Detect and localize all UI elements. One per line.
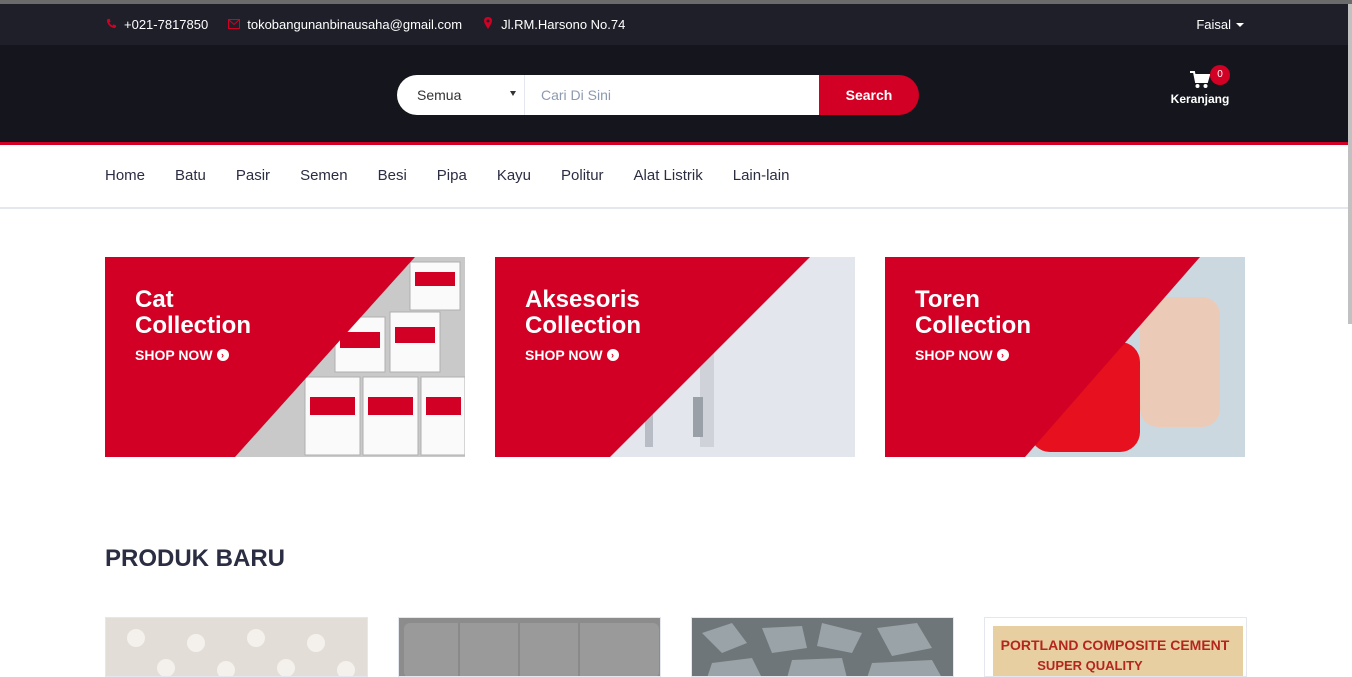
product-image xyxy=(106,618,367,676)
nav-item-pasir[interactable]: Pasir xyxy=(236,167,270,184)
nav-item-batu[interactable]: Batu xyxy=(175,167,206,184)
section-title: PRODUK BARU xyxy=(105,545,285,572)
caret-down-icon xyxy=(1236,22,1244,27)
user-menu[interactable]: Faisal xyxy=(1196,17,1244,32)
product-image xyxy=(692,618,953,676)
collection-card-aksesoris[interactable]: Aksesoris Collection SHOP NOW › xyxy=(495,257,855,457)
collection-text: Cat Collection SHOP NOW › xyxy=(135,286,252,364)
shop-now-link[interactable]: SHOP NOW › xyxy=(915,347,1031,363)
nav-item-pipa[interactable]: Pipa xyxy=(437,167,467,184)
main-nav: Home Batu Pasir Semen Besi Pipa Kayu Pol… xyxy=(0,145,1352,209)
category-select[interactable]: Semua xyxy=(397,75,525,115)
nav-item-alat-listrik[interactable]: Alat Listrik xyxy=(634,167,703,184)
collection-title: Cat Collection xyxy=(135,286,252,339)
select-arrow-icon xyxy=(510,91,516,96)
arrow-circle-right-icon: › xyxy=(606,349,619,361)
envelope-icon xyxy=(228,18,241,32)
search-button[interactable]: Search xyxy=(819,75,919,115)
scrollbar[interactable] xyxy=(1348,4,1352,324)
email-text: tokobangunanbinausaha@gmail.com xyxy=(247,17,463,32)
cart-count-badge: 0 xyxy=(1210,65,1230,85)
nav-item-semen[interactable]: Semen xyxy=(300,167,348,184)
header: Semua Search 0 Keranjang xyxy=(0,45,1352,145)
product-card[interactable] xyxy=(691,617,954,677)
nav-item-besi[interactable]: Besi xyxy=(378,167,407,184)
product-image xyxy=(399,618,660,676)
collection-title: Toren Collection xyxy=(915,286,1032,339)
search-form: Semua Search xyxy=(397,75,919,115)
nav-item-politur[interactable]: Politur xyxy=(561,167,604,184)
phone-icon xyxy=(105,18,117,32)
nav-item-kayu[interactable]: Kayu xyxy=(497,167,531,184)
category-value: Semua xyxy=(417,87,462,103)
shop-now-link[interactable]: SHOP NOW › xyxy=(525,347,641,363)
address-link[interactable]: Jl.RM.Harsono No.74 xyxy=(482,17,625,32)
nav-item-home[interactable]: Home xyxy=(105,167,145,184)
top-bar: +021-7817850 tokobangunanbinausaha@gmail… xyxy=(0,4,1352,45)
search-input[interactable] xyxy=(525,75,819,115)
collections-row: Cat Collection SHOP NOW › Aksesoris Collect… xyxy=(105,257,1245,457)
map-marker-icon xyxy=(482,17,494,32)
collection-text: Toren Collection SHOP NOW › xyxy=(915,286,1032,364)
phone-link[interactable]: +021-7817850 xyxy=(105,17,208,32)
arrow-circle-right-icon: › xyxy=(216,349,229,361)
product-card[interactable] xyxy=(398,617,661,677)
collection-card-toren[interactable]: Toren Collection SHOP NOW › xyxy=(885,257,1245,457)
user-name: Faisal xyxy=(1196,17,1231,32)
product-list: PORTLAND COMPOSITE CEMENT SUPER QUALITY xyxy=(105,617,1247,677)
product-image: PORTLAND COMPOSITE CEMENT SUPER QUALITY xyxy=(985,618,1246,676)
collection-card-cat[interactable]: Cat Collection SHOP NOW › xyxy=(105,257,465,457)
phone-text: +021-7817850 xyxy=(124,17,209,32)
arrow-circle-right-icon: › xyxy=(996,349,1009,361)
nav-item-lain-lain[interactable]: Lain-lain xyxy=(733,167,790,184)
shop-now-link[interactable]: SHOP NOW › xyxy=(135,347,251,363)
cart-link[interactable]: 0 Keranjang xyxy=(1166,65,1234,106)
collection-title: Aksesoris Collection xyxy=(525,286,642,339)
product-card[interactable] xyxy=(105,617,368,677)
shopping-cart-icon xyxy=(1190,71,1211,89)
product-card[interactable]: PORTLAND COMPOSITE CEMENT SUPER QUALITY xyxy=(984,617,1247,677)
cement-bag-text: PORTLAND COMPOSITE CEMENT xyxy=(1001,637,1230,653)
contact-info: +021-7817850 tokobangunanbinausaha@gmail… xyxy=(105,17,625,32)
email-link[interactable]: tokobangunanbinausaha@gmail.com xyxy=(228,17,462,32)
cement-bag-subtext: SUPER QUALITY xyxy=(1037,658,1143,673)
cart-label: Keranjang xyxy=(1170,92,1230,106)
address-text: Jl.RM.Harsono No.74 xyxy=(501,17,626,32)
collection-text: Aksesoris Collection SHOP NOW › xyxy=(525,286,642,364)
